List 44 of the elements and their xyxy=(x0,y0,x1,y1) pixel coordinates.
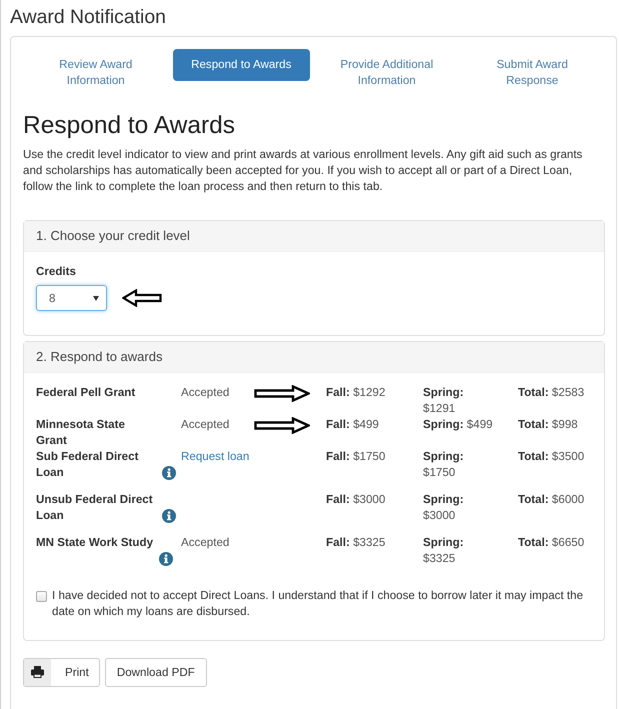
status-text: Accepted xyxy=(181,535,230,551)
step-tab[interactable]: Submit Award Response xyxy=(464,49,601,97)
award-name: Unsub Federal Direct Loan xyxy=(36,492,154,524)
info-icon[interactable] xyxy=(162,509,176,523)
award-name: Sub Federal Direct Loan xyxy=(36,449,140,481)
info-icon[interactable] xyxy=(159,552,174,566)
info-icon[interactable] xyxy=(162,466,176,480)
total-amount: Total: $3500 xyxy=(518,450,584,463)
status-text: Accepted xyxy=(181,385,230,401)
download-pdf-button[interactable]: Download PDF xyxy=(104,658,207,687)
page-title: Award Notification xyxy=(9,5,166,30)
fall-amount: Fall: $3325 xyxy=(326,536,386,549)
step-tab[interactable]: Provide Additional Information xyxy=(318,49,456,97)
spring-amount: Spring: $499 xyxy=(423,418,493,431)
status-text: Accepted xyxy=(181,417,230,433)
fall-amount: Fall: $3000 xyxy=(326,493,386,506)
caret-icon xyxy=(93,296,99,300)
spring-amount: Spring: $3325 xyxy=(423,536,464,565)
award-name: Minnesota State Grant xyxy=(36,417,126,449)
step-tab[interactable]: Respond to Awards xyxy=(172,49,310,81)
credits-select[interactable]: 8 xyxy=(36,285,107,311)
total-amount: Total: $6650 xyxy=(518,536,584,549)
fall-amount: Fall: $1750 xyxy=(326,450,386,463)
print-button[interactable]: Print xyxy=(23,658,100,687)
decline-text: I have decided not to accept Direct Loans. I understand that if I choose to borrow later it may impact the date on which my loans are disbursed. xyxy=(52,588,584,620)
total-amount: Total: $998 xyxy=(518,418,578,431)
request-loan-link[interactable]: Request loan xyxy=(181,449,250,465)
award-name: MN State Work Study xyxy=(36,535,154,551)
fall-amount: Fall: $499 xyxy=(326,418,379,431)
section-heading: Respond to Awards xyxy=(23,111,236,141)
intro-text: Use the credit level indicator to view and print awards at various enrollment levels. Any gift aid such as grants and scholarships has automatically been accepted for you. If you wish to accept all or part of a Direct Loan, follow the link to complete the loan process and then return to this tab. xyxy=(23,147,584,195)
printer-icon xyxy=(24,659,51,686)
panel-title: 1. Choose your credit level xyxy=(36,228,190,243)
decline-checkbox[interactable] xyxy=(36,591,47,602)
spring-amount: Spring: $3000 xyxy=(423,493,464,522)
fall-amount: Fall: $1292 xyxy=(326,386,386,399)
field-label: Credits xyxy=(36,265,76,278)
total-amount: Total: $6000 xyxy=(518,493,584,506)
panel-title: 2. Respond to awards xyxy=(36,349,162,364)
step-tab[interactable]: Review Award Information xyxy=(27,49,164,97)
total-amount: Total: $2583 xyxy=(518,386,584,399)
spring-amount: Spring: $1750 xyxy=(423,450,464,479)
award-name: Federal Pell Grant xyxy=(36,385,136,401)
spring-amount: Spring: $1291 xyxy=(423,386,464,415)
